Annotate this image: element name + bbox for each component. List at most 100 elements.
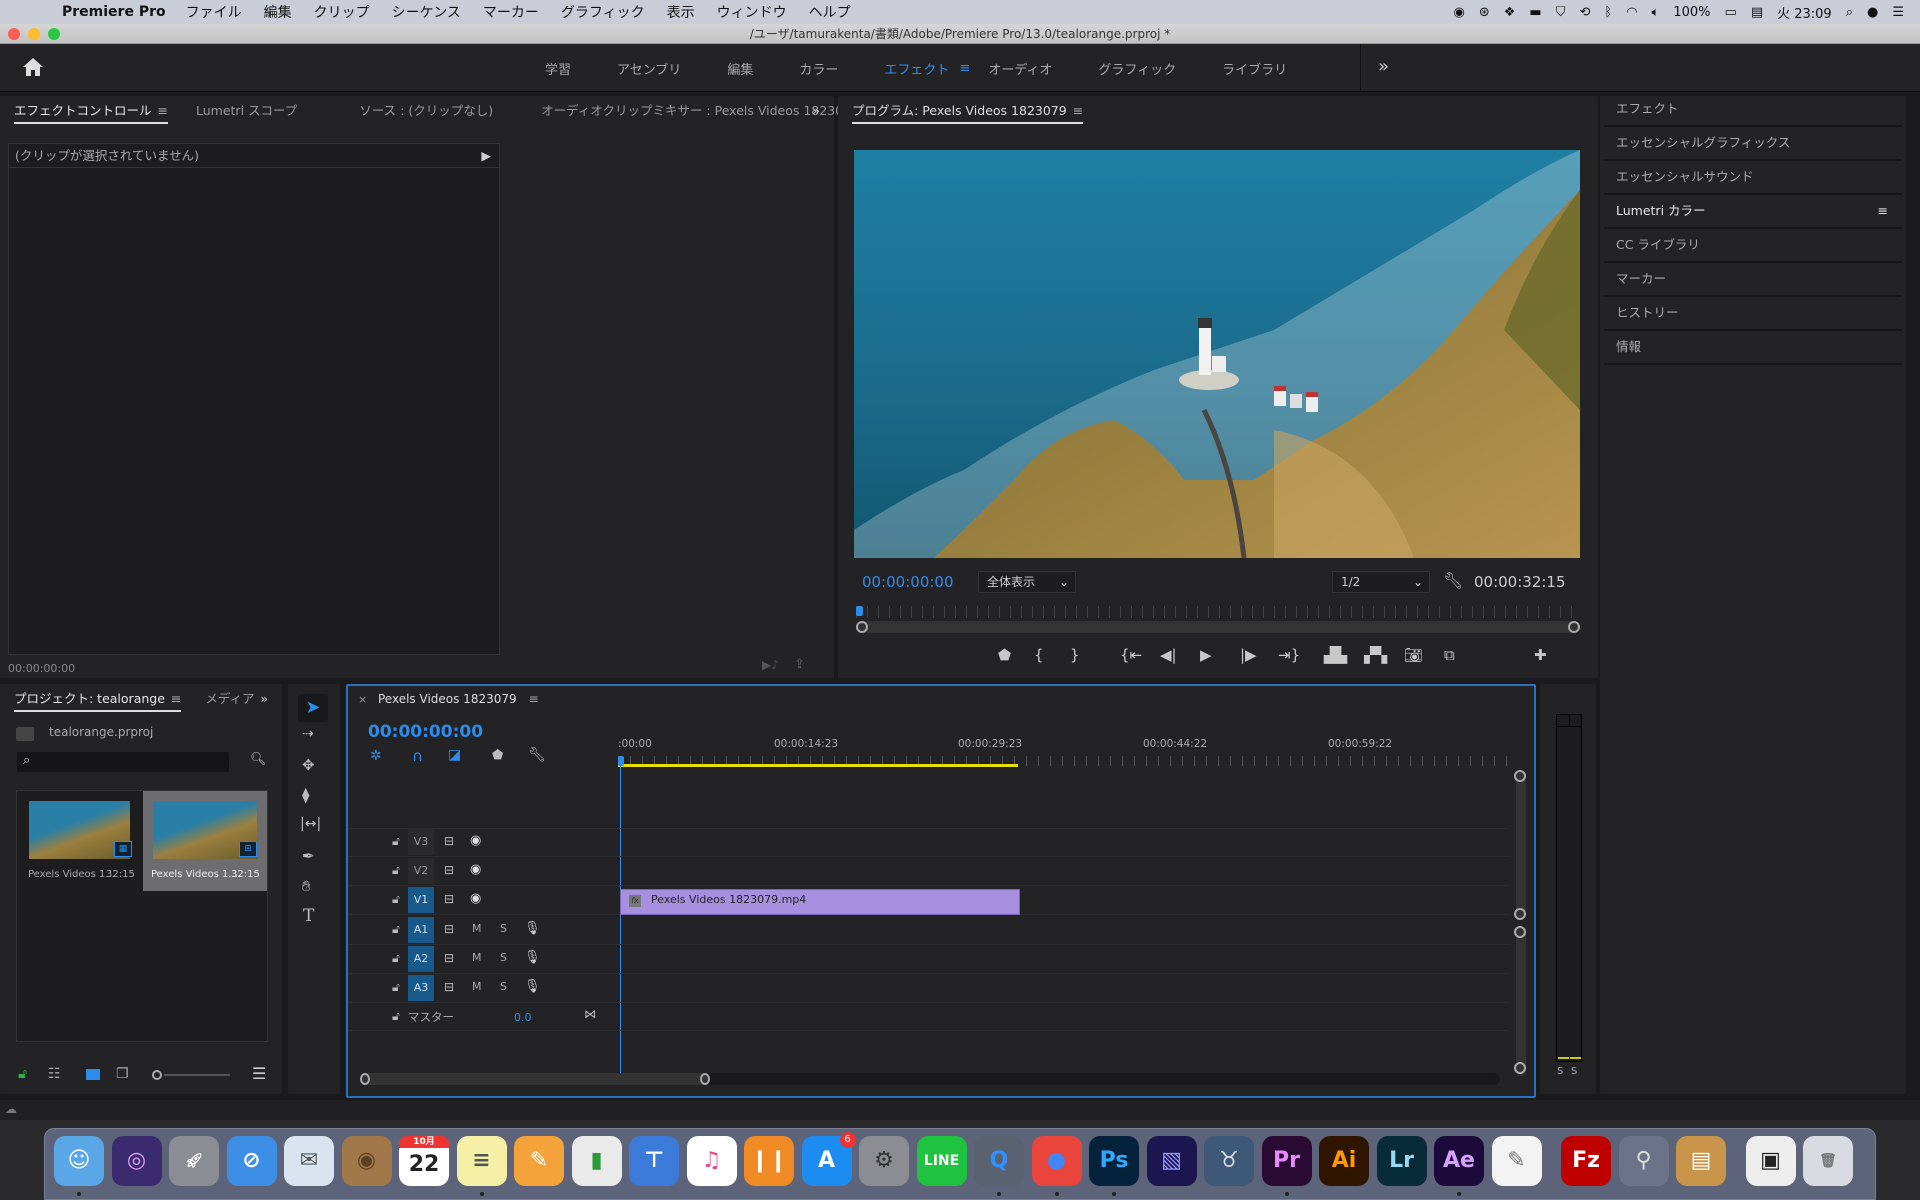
solo-right-button[interactable]: S (1571, 1066, 1577, 1077)
battery-text[interactable]: 100% (1673, 5, 1710, 20)
expand-arrow-icon[interactable]: ▶ (481, 144, 491, 168)
add-marker-icon[interactable]: ⬟ (998, 646, 1034, 664)
panel-overflow-button[interactable]: » (246, 684, 282, 714)
master-volume-value[interactable]: 0.0 (514, 1011, 532, 1024)
track-target-toggle[interactable]: A3 (408, 975, 434, 1001)
step-back-icon[interactable]: ◀| (1160, 646, 1200, 664)
drive-icon[interactable]: ▬ (1529, 5, 1541, 20)
slip-tool-icon[interactable]: |↔| (300, 816, 321, 832)
sync-lock-icon[interactable]: ⊟ (444, 892, 454, 906)
add-marker-icon[interactable]: ⬟ (492, 748, 503, 763)
track-target-toggle[interactable]: V3 (408, 829, 434, 855)
menu-window[interactable]: ウィンドウ (717, 2, 787, 22)
track-target-toggle[interactable]: V1 (408, 887, 434, 913)
scroll-handle[interactable] (1514, 770, 1526, 782)
icon-view-icon[interactable] (86, 1069, 100, 1080)
unknown-app-icon[interactable]: ♉︎ (1204, 1136, 1254, 1186)
workspace-tab-effects[interactable]: エフェクト (884, 59, 949, 78)
media-encoder-icon[interactable]: ▧ (1146, 1136, 1197, 1186)
filezilla-icon[interactable]: Fz (1561, 1136, 1611, 1186)
bin-up-icon[interactable] (16, 727, 34, 741)
panel-overflow-button[interactable]: » (798, 96, 834, 126)
tab-project[interactable]: プロジェクト: tealorange ≡ (0, 684, 195, 714)
voice-over-mic-icon[interactable]: 🎙︎ (524, 979, 541, 994)
record-icon[interactable]: ◉ (1454, 5, 1465, 20)
panel-history[interactable]: ヒストリー (1604, 297, 1902, 331)
tab-lumetri-scopes[interactable]: Lumetri スコープ (182, 96, 345, 126)
hand-tool-icon[interactable]: ✋︎ (302, 877, 311, 895)
flag-icon[interactable]: ▤ (1751, 5, 1763, 20)
close-sequence-icon[interactable]: × (358, 693, 367, 706)
close-window-button[interactable] (8, 28, 20, 40)
toggle-output-eye-icon[interactable]: ◉ (470, 891, 481, 906)
timeline-timecode[interactable]: 00:00:00:00 (368, 722, 483, 742)
selection-tool-icon[interactable]: ➤ (298, 694, 328, 722)
track-target-toggle[interactable]: A2 (408, 946, 434, 972)
workspace-tab-editing[interactable]: 編集 (727, 59, 753, 78)
archive-utility-icon[interactable]: ▤ (1676, 1136, 1726, 1186)
ibooks-icon[interactable]: ❙❙ (744, 1136, 794, 1186)
system-information-icon[interactable]: ⚲ (1618, 1136, 1669, 1186)
track-row-v3[interactable]: 🔓︎ V3 ⊟ ◉ (348, 828, 1508, 857)
photoshop-icon[interactable]: Ps (1089, 1136, 1139, 1186)
workspace-tab-graphics[interactable]: グラフィック (1098, 59, 1176, 78)
battery-icon[interactable]: ▭ (1725, 5, 1737, 20)
premiere-pro-icon[interactable]: Pr (1261, 1136, 1312, 1186)
step-forward-icon[interactable]: |▶ (1240, 646, 1278, 664)
extract-icon[interactable]: ▞▚ (1364, 646, 1404, 664)
voice-over-mic-icon[interactable]: 🎙︎ (524, 921, 541, 936)
notification-center-icon[interactable]: ☰ (1892, 5, 1904, 20)
time-machine-icon[interactable]: ⟲ (1579, 5, 1590, 20)
linked-selection-icon[interactable]: ◪ (448, 747, 461, 763)
lock-icon[interactable]: 🔓︎ (18, 1066, 27, 1082)
workspace-tab-audio[interactable]: オーディオ (988, 59, 1052, 78)
textedit-icon[interactable]: ✎ (1491, 1136, 1542, 1186)
toggle-output-eye-icon[interactable]: ◉ (470, 833, 481, 848)
home-icon[interactable] (22, 56, 44, 78)
mark-in-icon[interactable]: { (1034, 646, 1070, 664)
sort-icon[interactable]: ☰ (252, 1064, 266, 1083)
go-to-out-icon[interactable]: ⇥} (1278, 646, 1324, 664)
mute-button[interactable]: M (472, 980, 482, 993)
timeline-playhead[interactable] (618, 756, 624, 766)
solo-left-button[interactable]: S (1557, 1066, 1563, 1077)
track-row-v2[interactable]: 🔓︎ V2 ⊟ ◉ (348, 857, 1508, 886)
program-scrubber[interactable] (856, 606, 1580, 634)
project-item-clip[interactable]: ▦ Pexels Videos 1... 32:15 (17, 791, 143, 891)
mark-out-icon[interactable]: } (1070, 646, 1120, 664)
menu-clip[interactable]: クリップ (314, 2, 370, 22)
notes-icon[interactable]: ≡ (456, 1136, 507, 1186)
nest-icon[interactable]: ✲ (370, 748, 382, 764)
timeline-zoom-thumb[interactable] (360, 1073, 710, 1085)
menu-app-name[interactable]: Premiere Pro (62, 4, 166, 20)
itunes-icon[interactable]: ♫ (686, 1136, 737, 1186)
program-timecode[interactable]: 00:00:00:00 (862, 573, 954, 591)
safari-icon[interactable]: ⊘ (226, 1136, 277, 1186)
thumbnail-size-slider-handle[interactable] (152, 1070, 162, 1080)
illustrator-icon[interactable]: Ai (1319, 1136, 1369, 1186)
sequence-tab[interactable]: Pexels Videos 1823079 ≡ (378, 692, 539, 706)
screenshot-icon[interactable]: ▣ (1745, 1136, 1796, 1186)
export-icon[interactable]: ⇪ (794, 657, 805, 672)
calendar-icon[interactable]: 10月 22 (399, 1136, 449, 1186)
button-editor-icon[interactable]: ✚ (1534, 646, 1554, 664)
panel-menu-icon[interactable]: ≡ (1878, 195, 1888, 227)
menu-edit[interactable]: 編集 (264, 2, 292, 22)
playback-resolution-select[interactable]: 1/2 ⌄ (1332, 571, 1430, 593)
panel-effects[interactable]: エフェクト (1604, 93, 1902, 127)
mute-button[interactable]: M (472, 951, 482, 964)
system-preferences-icon[interactable]: ⚙ (859, 1136, 909, 1186)
scroll-handle[interactable] (1514, 1062, 1526, 1074)
solo-button[interactable]: S (500, 951, 507, 964)
track-target-toggle[interactable]: A1 (408, 917, 434, 943)
razor-tool-icon[interactable]: ⧫ (302, 786, 309, 804)
panel-essential-graphics[interactable]: エッセンシャルグラフィックス (1604, 127, 1902, 161)
scroll-handle[interactable] (1514, 926, 1526, 938)
zoom-handle-left[interactable] (360, 1073, 370, 1085)
menu-sequence[interactable]: シーケンス (392, 2, 461, 22)
track-lock-icon[interactable]: 🔓︎ (392, 863, 400, 878)
type-tool-icon[interactable]: T (303, 906, 314, 926)
workspace-tab-libraries[interactable]: ライブラリ (1222, 59, 1287, 78)
toggle-output-eye-icon[interactable]: ◉ (470, 862, 481, 877)
bluetooth-icon[interactable]: ᛒ (1604, 5, 1612, 20)
